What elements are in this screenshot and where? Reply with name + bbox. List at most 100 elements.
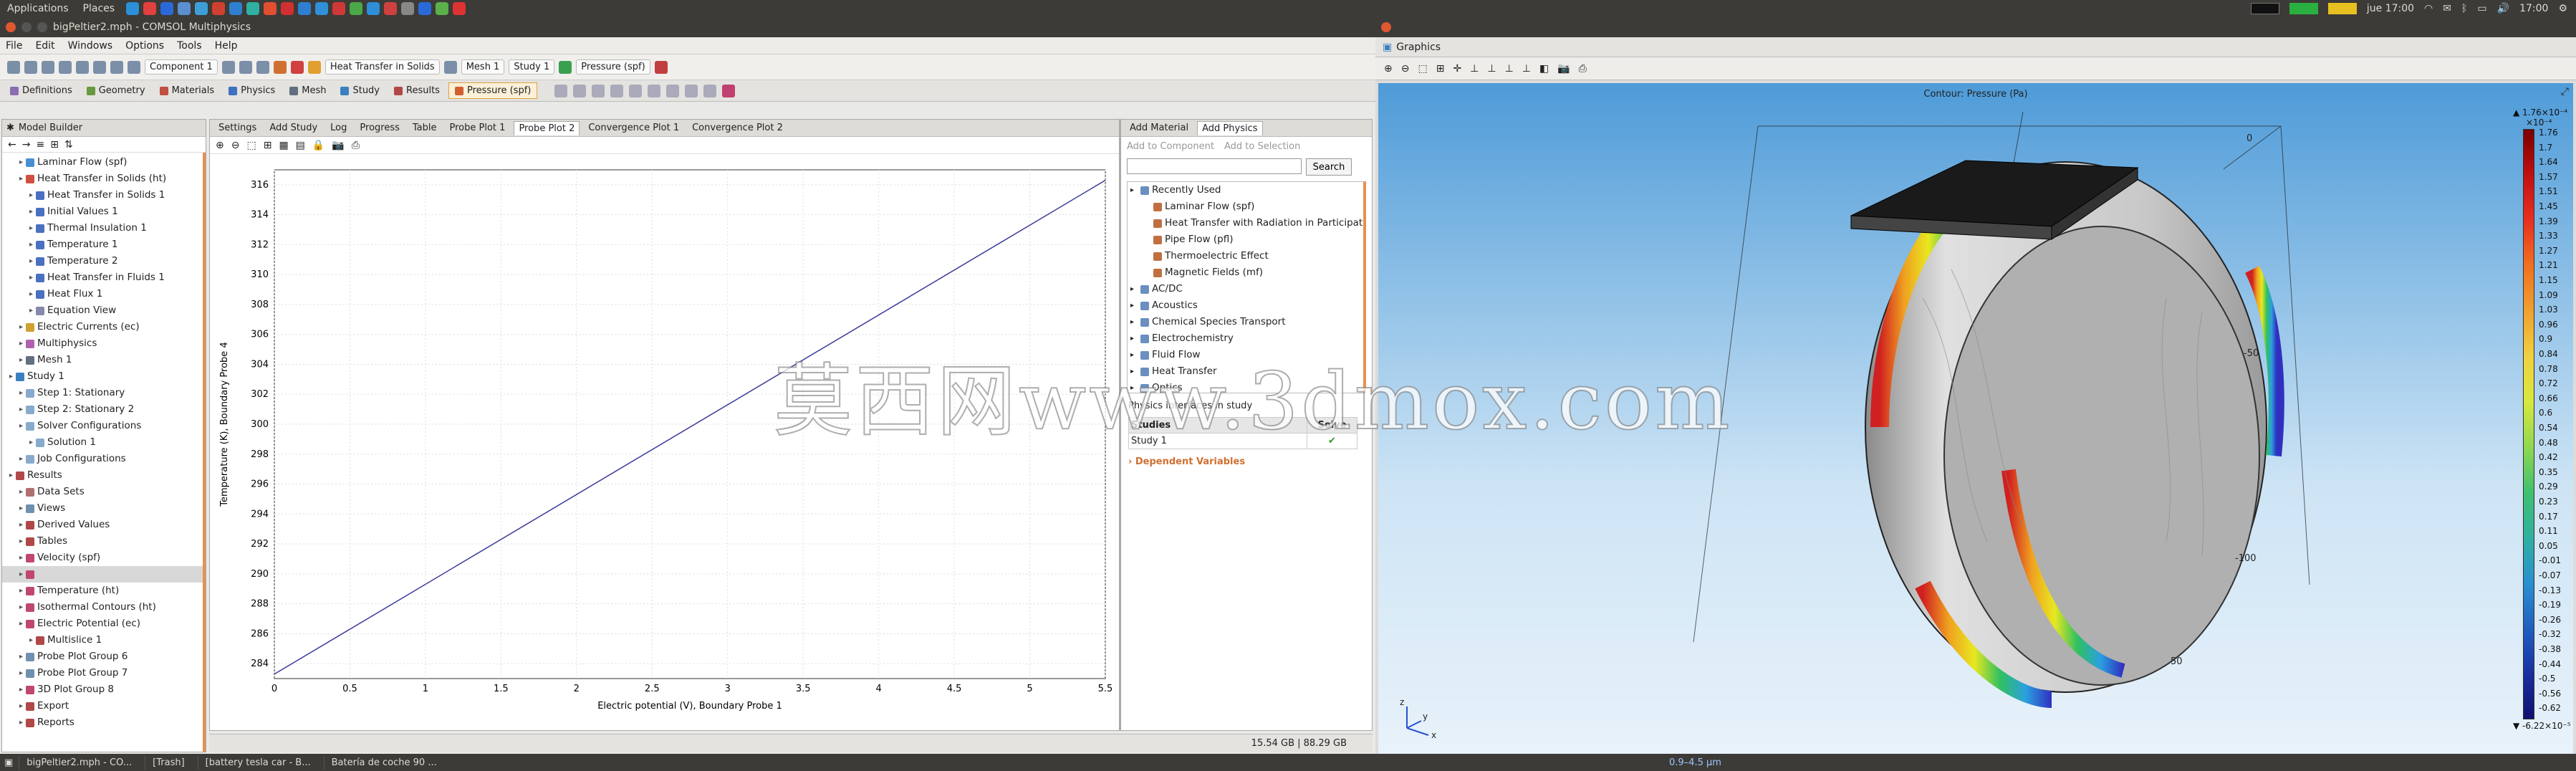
tree-expand-icon[interactable]: ▸ [19,698,23,714]
plot-tool-icon[interactable] [666,84,680,97]
model-tree-item[interactable]: ▸ Probe Plot Group 6 [2,648,203,665]
tab-log[interactable]: Log [326,121,351,135]
open-file-icon[interactable] [24,60,37,74]
model-tree-item[interactable]: ▸ Results [2,467,203,484]
redo-icon[interactable] [93,60,106,74]
model-tree-item[interactable]: ▸ Multislice 1 [2,632,203,648]
model-tree-item[interactable]: ▸ Multiphysics [2,335,203,352]
tree-expand-icon[interactable]: ▸ [19,352,23,368]
tree-expand-icon[interactable]: ▸ [29,253,33,269]
model-tree-item[interactable]: ▸ Equation View [2,302,203,319]
legend-icon[interactable]: ▤ [296,140,305,151]
model-tree-item[interactable]: ▸ Temperature 1 [2,236,203,253]
model-tree-item[interactable]: ▸ Electric Currents (ec) [2,319,203,335]
menu-options[interactable]: Options [125,40,164,52]
model-tree-item[interactable]: ▸ Heat Flux 1 [2,286,203,302]
tree-expand-icon[interactable]: ▸ [9,467,13,484]
back-icon[interactable]: ← [8,139,16,150]
tree-expand-icon[interactable]: ▸ [29,269,33,286]
ribbon-tab-definitions[interactable]: Definitions [4,83,78,98]
tab-probe-plot-2[interactable]: Probe Plot 2 [514,120,580,135]
launcher-app-icon[interactable] [126,2,140,15]
model-tree-item[interactable]: ▸ Temperature (ht) [2,583,203,599]
launcher-app-icon[interactable] [453,2,466,15]
tree-expand-icon[interactable]: ▸ [1130,182,1138,198]
physics-tree-item[interactable]: Heat Transfer with Radiation in Particip… [1128,215,1363,231]
dependent-variables-section[interactable]: › Dependent Variables [1121,451,1372,473]
launcher-app-icon[interactable] [264,2,277,15]
close-icon[interactable] [6,22,16,32]
plot-tool-icon[interactable] [573,84,587,97]
launcher-app-icon[interactable] [143,2,157,15]
geometry-build-icon[interactable] [273,60,287,74]
tree-expand-icon[interactable]: ▸ [19,500,23,517]
model-tree-item[interactable]: ▸ Export [2,698,203,714]
battery-icon[interactable]: ▭ [2477,3,2486,14]
tree-expand-icon[interactable]: ▸ [9,368,13,385]
tree-expand-icon[interactable]: ▸ [19,550,23,566]
ribbon-tab-study[interactable]: Study [335,83,385,98]
model-tree-item[interactable]: ▸ Data Sets [2,484,203,500]
model-tree-item[interactable]: ▸ Tables [2,533,203,550]
maximize-icon[interactable] [37,22,47,32]
launcher-app-icon[interactable] [418,2,432,15]
grid-icon[interactable]: ▦ [279,140,288,151]
tab-probe-plot-1[interactable]: Probe Plot 1 [446,121,510,135]
model-tree-item[interactable]: ▸ Laminar Flow (spf) [2,154,203,171]
physics-search-input[interactable] [1127,158,1302,174]
lock-icon[interactable]: 🔒 [312,140,325,151]
show-desktop-icon[interactable]: ▣ [4,757,13,768]
launcher-app-icon[interactable] [436,2,449,15]
tree-expand-icon[interactable]: ▸ [29,236,33,253]
model-tree-item[interactable]: ▸ Derived Values [2,517,203,533]
transparency-icon[interactable]: ◧ [1539,63,1549,75]
ribbon-tab-results[interactable]: Results [388,83,446,98]
zoom-out-icon[interactable]: ⊖ [1401,63,1410,75]
clock-date[interactable]: jue 17:00 [2367,3,2414,14]
model-tree-item[interactable]: ▸ Heat Transfer in Solids 1 [2,187,203,203]
tree-expand-icon[interactable]: ▸ [19,335,23,352]
tree-expand-icon[interactable]: ▸ [19,401,23,418]
collapse-icon[interactable]: ≡ [36,139,44,150]
physics-tree-item[interactable]: ▸ Acoustics [1128,297,1363,314]
bluetooth-icon[interactable]: ᛒ [2461,3,2467,14]
ribbon-tab-materials[interactable]: Materials [154,83,221,98]
launcher-app-icon[interactable] [178,2,191,15]
model-tree-item[interactable]: ▸ Study 1 [2,368,203,385]
launcher-app-icon[interactable] [367,2,380,15]
zoom-out-icon[interactable]: ⊖ [231,140,240,151]
ribbon-tab-mesh[interactable]: Mesh [284,83,332,98]
tree-expand-icon[interactable]: ▸ [29,187,33,203]
menu-tools[interactable]: Tools [177,40,202,52]
export-icon[interactable] [722,84,736,97]
print-icon[interactable]: ⎙ [352,140,360,151]
launcher-app-icon[interactable] [384,2,398,15]
camera-icon[interactable]: 📷 [332,140,344,151]
forward-icon[interactable]: → [22,139,31,150]
build-all-icon[interactable] [307,60,321,74]
menu-file[interactable]: File [6,40,22,52]
plot-tool-icon[interactable] [592,84,605,97]
paste-icon[interactable] [128,60,140,74]
add-to-selection-button[interactable]: Add to Selection [1224,141,1300,152]
new-file-icon[interactable] [7,60,20,74]
tree-expand-icon[interactable]: ▸ [19,171,23,187]
model-tree-item[interactable]: ▸ Views [2,500,203,517]
places-menu[interactable]: Places [76,3,122,14]
tree-expand-icon[interactable]: ▸ [19,583,23,599]
mail-icon[interactable]: ✉ [2443,3,2451,14]
tree-expand-icon[interactable]: ▸ [19,648,23,665]
launcher-app-icon[interactable] [246,2,260,15]
ribbon-tab-pressure[interactable]: Pressure (spf) [448,82,538,99]
print-icon[interactable] [59,60,72,74]
ribbon-tab-physics[interactable]: Physics [223,83,281,98]
model-tree-item[interactable]: ▸ 3D Plot Group 8 [2,681,203,698]
expand-graphics-icon[interactable]: ⤢ [2561,86,2569,97]
model-tree-item[interactable]: ▸ Isothermal Contours (ht) [2,599,203,616]
tree-expand-icon[interactable]: ▸ [19,681,23,698]
view-3d-icon[interactable]: ⊥ [1522,63,1531,75]
view-xy-icon[interactable]: ⊥ [1470,63,1479,75]
taskbar-item-browser-2[interactable]: Batería de coche 90 ... [323,755,444,770]
launcher-app-icon[interactable] [332,2,346,15]
tree-expand-icon[interactable]: ▸ [19,616,23,632]
